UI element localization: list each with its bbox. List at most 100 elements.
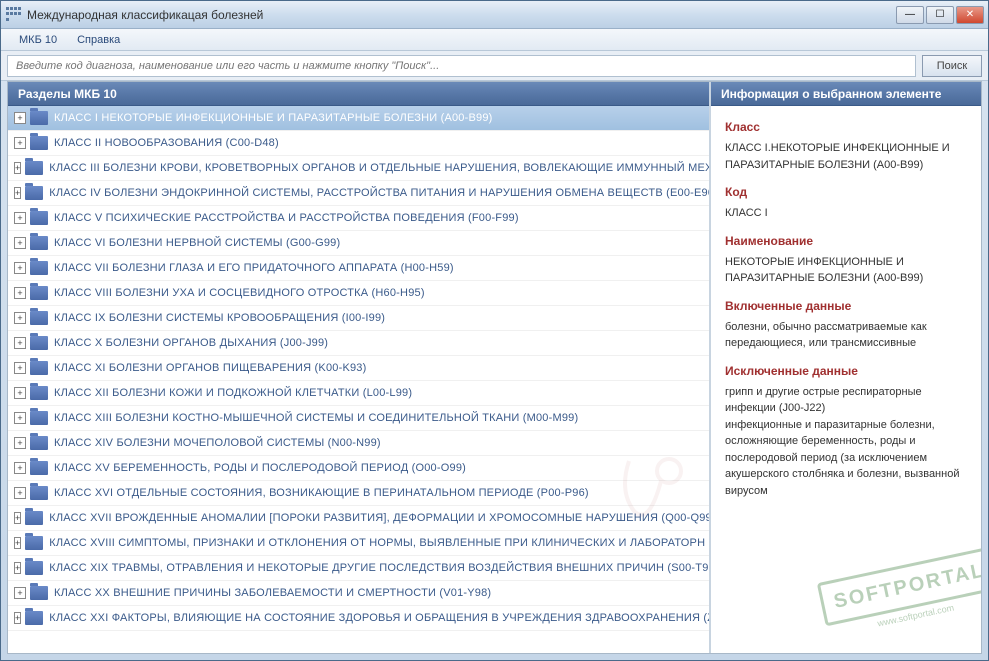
expand-icon[interactable]: + <box>14 412 26 424</box>
window-title: Международная классификацая болезней <box>27 8 896 22</box>
expand-icon[interactable]: + <box>14 337 26 349</box>
folder-icon <box>25 611 43 625</box>
folder-icon <box>25 186 43 200</box>
info-value-name: НЕКОТОРЫЕ ИНФЕКЦИОННЫЕ И ПАРАЗИТАРНЫЕ БО… <box>725 254 967 287</box>
expand-icon[interactable]: + <box>14 237 26 249</box>
expand-icon[interactable]: + <box>14 612 21 624</box>
search-toolbar: Поиск <box>1 51 988 81</box>
classification-tree[interactable]: +КЛАСС I НЕКОТОРЫЕ ИНФЕКЦИОННЫЕ И ПАРАЗИ… <box>8 106 709 653</box>
folder-icon <box>30 261 48 275</box>
tree-item[interactable]: + КЛАСС XII БОЛЕЗНИ КОЖИ И ПОДКОЖНОЙ КЛЕТ… <box>8 381 709 406</box>
maximize-button[interactable]: ☐ <box>926 6 954 24</box>
folder-icon <box>30 111 48 125</box>
tree-item-label: КЛАСС XIX ТРАВМЫ, ОТРАВЛЕНИЯ И НЕКОТОРЫЕ… <box>49 562 708 574</box>
folder-icon <box>30 136 48 150</box>
folder-icon <box>25 561 43 575</box>
tree-item[interactable]: + КЛАСС XVII ВРОЖДЕННЫЕ АНОМАЛИИ [ПОРОКИ … <box>8 506 709 531</box>
expand-icon[interactable]: + <box>14 137 26 149</box>
app-icon <box>5 7 21 23</box>
tree-item[interactable]: +КЛАСС VII БОЛЕЗНИ ГЛАЗА И ЕГО ПРИДАТОЧН… <box>8 256 709 281</box>
expand-icon[interactable]: + <box>14 362 26 374</box>
close-button[interactable]: ✕ <box>956 6 984 24</box>
menu-mkb10[interactable]: МКБ 10 <box>9 31 67 49</box>
tree-item[interactable]: +КЛАСС XVIII СИМПТОМЫ, ПРИЗНАКИ И ОТКЛОН… <box>8 531 709 556</box>
tree-item[interactable]: + КЛАСС II НОВООБРАЗОВАНИЯ (C00-D48) <box>8 131 709 156</box>
tree-item-label: КЛАСС XV БЕРЕМЕННОСТЬ, РОДЫ И ПОСЛЕРОДОВ… <box>54 462 466 474</box>
expand-icon[interactable]: + <box>14 287 26 299</box>
left-panel-header: Разделы МКБ 10 <box>8 82 709 106</box>
expand-icon[interactable]: + <box>14 437 26 449</box>
info-panel: Класс КЛАСС I.НЕКОТОРЫЕ ИНФЕКЦИОННЫЕ И П… <box>711 106 981 653</box>
tree-item-label: КЛАСС XII БОЛЕЗНИ КОЖИ И ПОДКОЖНОЙ КЛЕТЧ… <box>54 387 412 399</box>
tree-item[interactable]: + КЛАСС XV БЕРЕМЕННОСТЬ, РОДЫ И ПОСЛЕРОДО… <box>8 456 709 481</box>
expand-icon[interactable]: + <box>14 212 26 224</box>
info-label-name: Наименование <box>725 232 967 250</box>
expand-icon[interactable]: + <box>14 512 21 524</box>
expand-icon[interactable]: + <box>14 487 26 499</box>
tree-item-label: КЛАСС VIII БОЛЕЗНИ УХА И СОСЦЕВИДНОГО ОТ… <box>54 287 425 299</box>
folder-icon <box>30 461 48 475</box>
tree-item-label: КЛАСС IV БОЛЕЗНИ ЭНДОКРИННОЙ СИСТЕМЫ, РА… <box>49 187 709 199</box>
tree-item-label: КЛАСС XIV БОЛЕЗНИ МОЧЕПОЛОВОЙ СИСТЕМЫ (N… <box>54 437 381 449</box>
tree-item[interactable]: + КЛАСС III БОЛЕЗНИ КРОВИ, КРОВЕТВОРНЫХ О… <box>8 156 709 181</box>
expand-icon[interactable]: + <box>14 387 26 399</box>
expand-icon[interactable]: + <box>14 537 21 549</box>
main-content: Разделы МКБ 10 +КЛАСС I НЕКОТОРЫЕ ИНФЕКЦ… <box>7 81 982 654</box>
folder-icon <box>30 286 48 300</box>
tree-item[interactable]: +КЛАСС I НЕКОТОРЫЕ ИНФЕКЦИОННЫЕ И ПАРАЗИ… <box>8 106 709 131</box>
info-label-class: Класс <box>725 118 967 136</box>
info-label-included: Включенные данные <box>725 297 967 315</box>
expand-icon[interactable]: + <box>14 462 26 474</box>
minimize-button[interactable]: — <box>896 6 924 24</box>
expand-icon[interactable]: + <box>14 112 26 124</box>
folder-icon <box>30 236 48 250</box>
info-value-excluded: грипп и другие острые респираторные инфе… <box>725 384 967 500</box>
folder-icon <box>30 386 48 400</box>
tree-item-label: КЛАСС XVII ВРОЖДЕННЫЕ АНОМАЛИИ [ПОРОКИ Р… <box>49 512 709 524</box>
tree-item[interactable]: +КЛАСС IX БОЛЕЗНИ СИСТЕМЫ КРОВООБРАЩЕНИЯ… <box>8 306 709 331</box>
menu-help[interactable]: Справка <box>67 31 130 49</box>
info-label-excluded: Исключенные данные <box>725 362 967 380</box>
folder-icon <box>25 511 43 525</box>
folder-icon <box>30 436 48 450</box>
tree-item-label: КЛАСС XXI ФАКТОРЫ, ВЛИЯЮЩИЕ НА СОСТОЯНИЕ… <box>49 612 709 624</box>
app-window: Международная классификацая болезней — ☐… <box>0 0 989 661</box>
tree-item[interactable]: + КЛАСС XIV БОЛЕЗНИ МОЧЕПОЛОВОЙ СИСТЕМЫ (… <box>8 431 709 456</box>
expand-icon[interactable]: + <box>14 312 26 324</box>
tree-item[interactable]: + КЛАСС VI БОЛЕЗНИ НЕРВНОЙ СИСТЕМЫ (G00-G… <box>8 231 709 256</box>
tree-item[interactable]: + КЛАСС XIX ТРАВМЫ, ОТРАВЛЕНИЯ И НЕКОТОРЫ… <box>8 556 709 581</box>
tree-item-label: КЛАСС X БОЛЕЗНИ ОРГАНОВ ДЫХАНИЯ (J00-J99… <box>54 337 328 349</box>
right-panel: Информация о выбранном элементе Класс КЛ… <box>711 82 981 653</box>
expand-icon[interactable]: + <box>14 162 21 174</box>
folder-icon <box>30 311 48 325</box>
tree-item[interactable]: + КЛАСС XX ВНЕШНИЕ ПРИЧИНЫ ЗАБОЛЕВАЕМОСТИ… <box>8 581 709 606</box>
expand-icon[interactable]: + <box>14 587 26 599</box>
tree-item-label: КЛАСС III БОЛЕЗНИ КРОВИ, КРОВЕТВОРНЫХ ОР… <box>49 162 709 174</box>
tree-item[interactable]: +КЛАСС XI БОЛЕЗНИ ОРГАНОВ ПИЩЕВАРЕНИЯ (K… <box>8 356 709 381</box>
tree-item[interactable]: +КЛАСС XIII БОЛЕЗНИ КОСТНО-МЫШЕЧНОЙ СИСТ… <box>8 406 709 431</box>
info-value-included: болезни, обычно рассматриваемые как пере… <box>725 319 967 352</box>
tree-item-label: КЛАСС XX ВНЕШНИЕ ПРИЧИНЫ ЗАБОЛЕВАЕМОСТИ … <box>54 587 491 599</box>
info-label-code: Код <box>725 183 967 201</box>
tree-item[interactable]: +КЛАСС XVI ОТДЕЛЬНЫЕ СОСТОЯНИЯ, ВОЗНИКАЮ… <box>8 481 709 506</box>
tree-item[interactable]: + КЛАСС VIII БОЛЕЗНИ УХА И СОСЦЕВИДНОГО О… <box>8 281 709 306</box>
folder-icon <box>30 361 48 375</box>
info-value-class: КЛАСС I.НЕКОТОРЫЕ ИНФЕКЦИОННЫЕ И ПАРАЗИТ… <box>725 140 967 173</box>
expand-icon[interactable]: + <box>14 562 21 574</box>
search-button[interactable]: Поиск <box>922 55 982 77</box>
tree-item-label: КЛАСС VI БОЛЕЗНИ НЕРВНОЙ СИСТЕМЫ (G00-G9… <box>54 237 340 249</box>
menubar: МКБ 10 Справка <box>1 29 988 51</box>
folder-icon <box>30 211 48 225</box>
expand-icon[interactable]: + <box>14 187 21 199</box>
tree-item[interactable]: + КЛАСС IV БОЛЕЗНИ ЭНДОКРИННОЙ СИСТЕМЫ, Р… <box>8 181 709 206</box>
tree-item[interactable]: + КЛАСС XXI ФАКТОРЫ, ВЛИЯЮЩИЕ НА СОСТОЯНИ… <box>8 606 709 631</box>
folder-icon <box>30 411 48 425</box>
tree-item[interactable]: + КЛАСС X БОЛЕЗНИ ОРГАНОВ ДЫХАНИЯ (J00-J9… <box>8 331 709 356</box>
tree-item-label: КЛАСС II НОВООБРАЗОВАНИЯ (C00-D48) <box>54 137 279 149</box>
search-input[interactable] <box>7 55 916 77</box>
tree-item[interactable]: +КЛАСС V ПСИХИЧЕСКИЕ РАССТРОЙСТВА И РАСС… <box>8 206 709 231</box>
folder-icon <box>25 536 43 550</box>
titlebar[interactable]: Международная классификацая болезней — ☐… <box>1 1 988 29</box>
expand-icon[interactable]: + <box>14 262 26 274</box>
right-panel-header: Информация о выбранном элементе <box>711 82 981 106</box>
